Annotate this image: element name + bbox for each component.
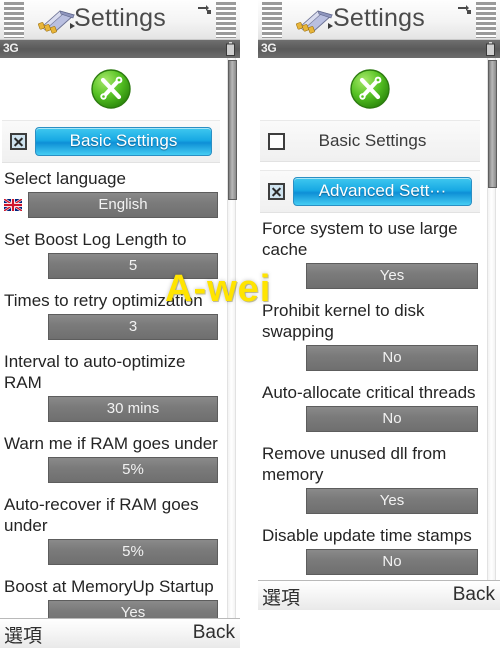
setting-item: Force system to use large cache Yes xyxy=(258,213,482,295)
checkbox-basic-settings-right[interactable] xyxy=(268,132,285,150)
setting-label: Disable update time stamps xyxy=(262,526,472,545)
setting-value-button[interactable]: Yes xyxy=(306,263,478,289)
right-softkey-back[interactable]: Back xyxy=(453,584,495,606)
tools-green-icon xyxy=(350,69,390,109)
setting-label: Prohibit kernel to disk swapping xyxy=(262,301,425,341)
title-bar: Settings xyxy=(0,0,240,40)
setting-item: Interval to auto-optimize RAM 30 mins xyxy=(0,346,222,428)
setting-item: Warn me if RAM goes under 5% xyxy=(0,428,222,489)
content-area-left: Basic Settings Select language English S… xyxy=(0,58,240,618)
setting-value-row: 5 xyxy=(0,251,222,285)
setting-label: Auto-allocate critical threads xyxy=(262,383,476,402)
setting-value-button[interactable]: 5% xyxy=(48,457,218,483)
title-bar: Settings xyxy=(258,0,500,40)
setting-label: Force system to use large cache xyxy=(262,219,458,259)
phone-screen-right: Settings 3G Basic Settings Advanced Sett… xyxy=(258,0,500,614)
setting-item: Disable update time stamps No xyxy=(258,520,482,580)
left-softkey-options[interactable]: 選項 xyxy=(4,621,42,648)
checkbox-advanced-settings-right[interactable] xyxy=(268,183,285,200)
section-basic-settings-left[interactable]: Basic Settings xyxy=(2,120,220,163)
section-advanced-settings-right[interactable]: Advanced Sett··· xyxy=(260,170,480,213)
setting-label: Select language xyxy=(4,169,126,188)
status-bar: 3G xyxy=(0,40,240,58)
setting-item: Prohibit kernel to disk swapping No xyxy=(258,295,482,377)
setting-label: Interval to auto-optimize RAM xyxy=(4,352,186,392)
setting-value-row: No xyxy=(258,547,482,580)
setting-label: Remove unused dll from memory xyxy=(262,444,447,484)
network-label: 3G xyxy=(3,41,19,55)
setting-value-button[interactable]: No xyxy=(306,345,478,371)
status-bar: 3G xyxy=(258,40,500,58)
screenshot-root: Settings 3G Basic Settings Select langua… xyxy=(0,0,500,648)
setting-value-button[interactable]: 3 xyxy=(48,314,218,340)
phone-screen-left: Settings 3G Basic Settings Select langua… xyxy=(0,0,240,648)
checkbox-basic-settings-left[interactable] xyxy=(10,133,27,150)
section-label-basic-settings-left: Basic Settings xyxy=(35,127,212,156)
setting-item: Auto-recover if RAM goes under 5% xyxy=(0,489,222,571)
setting-value-row: 3 xyxy=(0,312,222,346)
setting-value-button[interactable]: 5 xyxy=(48,253,218,279)
scrollbar-track-right[interactable] xyxy=(487,58,497,580)
tools-green-icon xyxy=(91,69,131,109)
setting-value-row: 5% xyxy=(0,537,222,571)
section-label-basic-settings-right: Basic Settings xyxy=(318,131,427,150)
setting-label: Set Boost Log Length to xyxy=(4,230,187,249)
setting-value-button[interactable]: No xyxy=(306,406,478,432)
setting-item: Auto-allocate critical threads No xyxy=(258,377,482,438)
setting-value-row: English xyxy=(0,190,222,224)
setting-item: Boost at MemoryUp Startup Yes xyxy=(0,571,222,618)
setting-item: Remove unused dll from memory Yes xyxy=(258,438,482,520)
setting-value-button[interactable]: No xyxy=(306,549,478,575)
data-transfer-icon xyxy=(458,5,471,14)
right-softkey-back[interactable]: Back xyxy=(193,622,235,644)
left-softkey-options[interactable]: 選項 xyxy=(262,583,300,610)
setting-value-row: 5% xyxy=(0,455,222,489)
setting-value-button[interactable]: 30 mins xyxy=(48,396,218,422)
setting-label: Boost at MemoryUp Startup xyxy=(4,577,214,596)
section-basic-settings-right[interactable]: Basic Settings xyxy=(260,120,480,162)
scrollbar-track-left[interactable] xyxy=(227,58,237,618)
section-label-advanced-settings-right: Advanced Sett··· xyxy=(293,177,472,206)
setting-value-button[interactable]: Yes xyxy=(306,488,478,514)
setting-label: Times to retry optimization xyxy=(4,291,203,310)
header-icon-wrap-right xyxy=(258,58,482,120)
content-area-right: Basic Settings Advanced Sett··· Force sy… xyxy=(258,58,500,580)
setting-value-button[interactable]: Yes xyxy=(48,600,218,618)
setting-value-button[interactable]: 5% xyxy=(48,539,218,565)
setting-item: Select language English xyxy=(0,163,222,224)
battery-icon xyxy=(486,42,495,56)
softkey-bar-left: 選項 Back xyxy=(0,618,240,648)
scrollbar-thumb-left[interactable] xyxy=(228,60,237,200)
setting-value-button[interactable]: English xyxy=(28,192,218,218)
setting-label: Warn me if RAM goes under xyxy=(4,434,218,453)
setting-value-row: No xyxy=(258,343,482,377)
setting-value-row: 30 mins xyxy=(0,394,222,428)
settings-list-left: Basic Settings Select language English S… xyxy=(0,58,222,618)
setting-label: Auto-recover if RAM goes under xyxy=(4,495,199,535)
battery-icon xyxy=(226,42,235,56)
data-transfer-icon xyxy=(198,5,211,14)
setting-value-row: Yes xyxy=(258,261,482,295)
scrollbar-thumb-right[interactable] xyxy=(488,60,497,188)
setting-item: Set Boost Log Length to 5 xyxy=(0,224,222,285)
uk-flag-icon xyxy=(4,199,22,211)
setting-item: Times to retry optimization 3 xyxy=(0,285,222,346)
setting-value-row: No xyxy=(258,404,482,438)
network-label: 3G xyxy=(261,41,277,55)
setting-value-row: Yes xyxy=(258,486,482,520)
header-icon-wrap-left xyxy=(0,58,222,120)
softkey-bar-right: 選項 Back xyxy=(258,580,500,610)
setting-value-row: Yes xyxy=(0,598,222,618)
settings-list-right: Basic Settings Advanced Sett··· Force sy… xyxy=(258,58,482,580)
